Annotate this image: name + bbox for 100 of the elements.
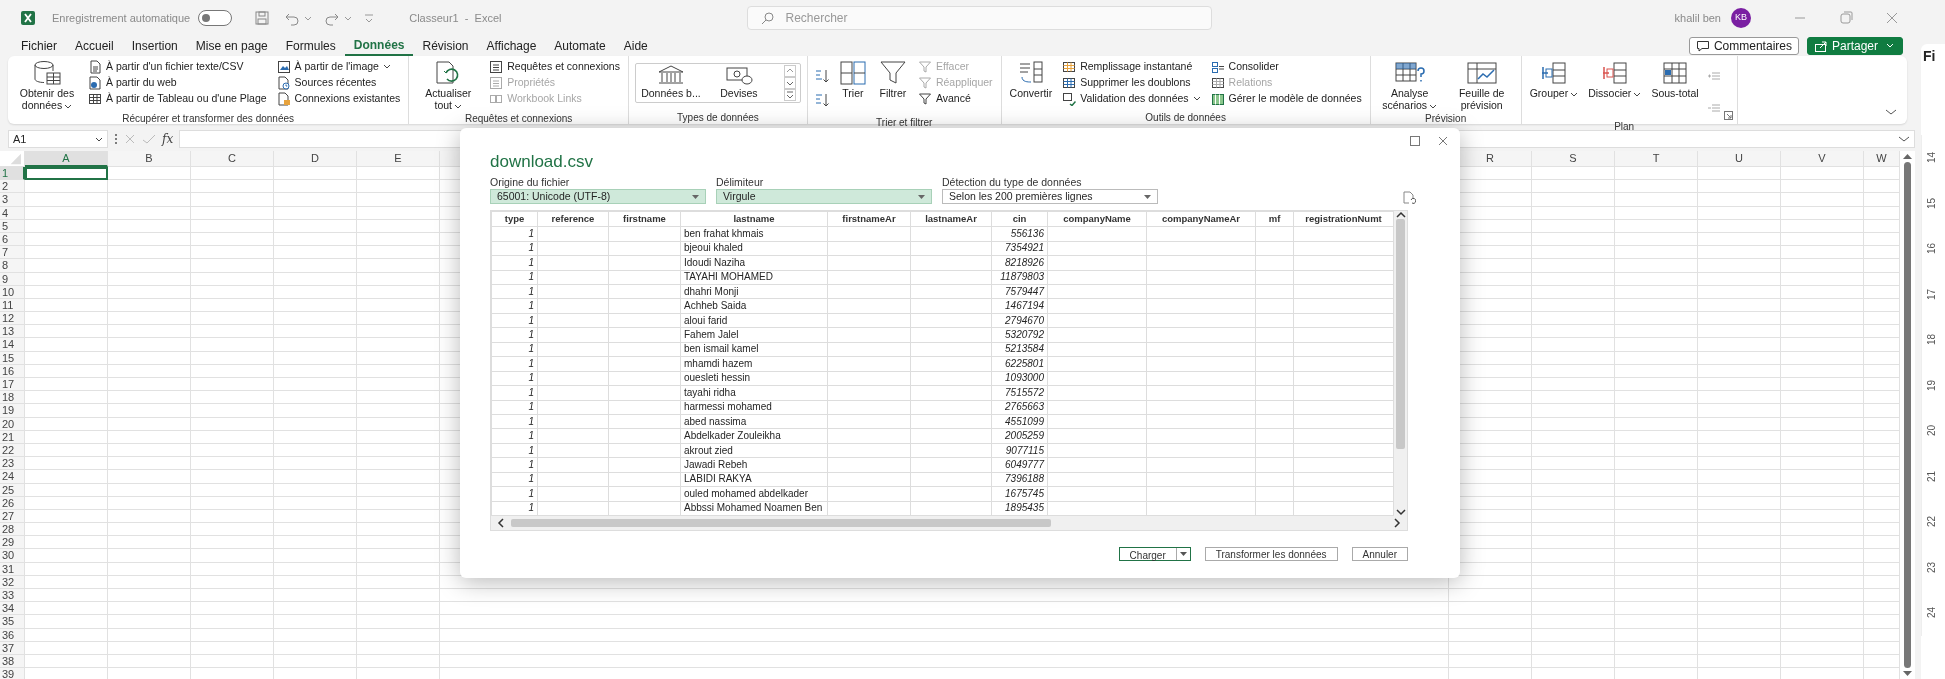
table-cell: dhahri Monji: [680, 284, 828, 299]
autosave-toggle[interactable]: [198, 10, 233, 26]
row-header[interactable]: 24: [0, 470, 25, 484]
row-header[interactable]: 19: [0, 404, 25, 418]
ribbon-button[interactable]: Convertir: [1007, 59, 1055, 110]
web-page-icon: [88, 75, 102, 90]
column-header[interactable]: S: [1532, 151, 1615, 167]
table-cell: Achheb Saida: [680, 298, 828, 314]
row-header[interactable]: 7: [0, 246, 25, 260]
menu-tab[interactable]: Accueil: [66, 36, 123, 56]
row-header[interactable]: 28: [0, 523, 25, 537]
column-header[interactable]: E: [357, 151, 440, 167]
ribbon-button[interactable]: Actualiser tout: [415, 59, 482, 112]
selected-cell[interactable]: [25, 167, 108, 181]
ribbon-button[interactable]: À partir de Tableau ou d'une Plage: [86, 91, 269, 106]
row-header[interactable]: 29: [0, 536, 25, 550]
column-header: lastnameAr: [910, 211, 992, 227]
table-cell: 1: [491, 313, 538, 328]
share-button[interactable]: Partager: [1806, 37, 1903, 55]
column-header[interactable]: B: [108, 151, 191, 167]
search-field[interactable]: Rechercher: [746, 6, 1212, 30]
user-avatar[interactable]: KB: [1731, 8, 1751, 28]
ribbon-button[interactable]: Avancé: [915, 91, 995, 106]
column-header[interactable]: V: [1781, 151, 1864, 167]
gallery-item[interactable]: Données b...: [639, 63, 702, 103]
ribbon-button[interactable]: Filtrer: [875, 59, 910, 115]
row-header[interactable]: 35: [0, 615, 25, 629]
table-cell: 9077115: [991, 443, 1048, 458]
insert-function-button[interactable]: fx: [162, 130, 174, 148]
ribbon-button[interactable]: Analyse scénarios: [1376, 59, 1443, 112]
ribbon-button[interactable]: Requêtes et connexions: [487, 59, 622, 74]
customize-icon: [364, 12, 375, 24]
list-icon: [489, 59, 504, 74]
dropdown-field[interactable]: Virgule: [716, 189, 932, 204]
menu-tab[interactable]: Mise en page: [186, 36, 277, 56]
ribbon-button[interactable]: Supprimer les doublons: [1060, 75, 1203, 90]
row-header[interactable]: 2: [0, 180, 25, 194]
menu-tab[interactable]: Automate: [545, 36, 615, 56]
dropdown-field[interactable]: 65001: Unicode (UTF-8): [490, 189, 706, 204]
scrollbar-thumb[interactable]: [1904, 162, 1911, 668]
menu-tab[interactable]: Insertion: [122, 36, 187, 56]
table-cell: 1: [491, 342, 538, 357]
table-cell: 1: [491, 327, 538, 343]
ribbon-button[interactable]: Obtenir des données: [14, 59, 80, 112]
menu-tab[interactable]: Affichage: [477, 36, 546, 56]
table-cell: 556136: [991, 226, 1048, 242]
row-header[interactable]: 12: [0, 312, 25, 326]
ribbon-button[interactable]: À partir d'un fichier texte/CSV: [86, 59, 269, 74]
row-header[interactable]: 18: [0, 391, 25, 405]
ribbon-button[interactable]: Dissocier: [1586, 59, 1644, 119]
horizontal-scrollbar[interactable]: [491, 516, 1407, 530]
ribbon-button[interactable]: À partir du web: [86, 75, 269, 90]
row-header[interactable]: 34: [0, 602, 25, 616]
menu-tab[interactable]: Aide: [614, 36, 657, 56]
vertical-scrollbar[interactable]: [1394, 211, 1407, 516]
column-header: companyNameAr: [1146, 211, 1256, 227]
row-header[interactable]: 23: [0, 457, 25, 471]
column-header[interactable]: W: [1864, 151, 1900, 167]
row-header[interactable]: 1: [0, 167, 25, 181]
column-header[interactable]: T: [1615, 151, 1698, 167]
dialog-button[interactable]: Transformer les données: [1204, 547, 1338, 561]
menu-tab[interactable]: Fichier: [12, 36, 66, 56]
row-header[interactable]: 30: [0, 549, 25, 563]
scrollbar-thumb[interactable]: [1396, 219, 1405, 449]
ribbon-button[interactable]: Grouper: [1527, 59, 1581, 119]
row-header[interactable]: 3: [0, 193, 25, 207]
column-header: reference: [537, 211, 609, 227]
ribbon-button[interactable]: Validation des données: [1060, 91, 1203, 106]
menu-tab[interactable]: Révision: [413, 36, 478, 56]
table-cell: 1: [491, 385, 538, 400]
row-header[interactable]: 39: [0, 668, 25, 679]
row-header[interactable]: 17: [0, 378, 25, 392]
column-header[interactable]: D: [274, 151, 357, 167]
comments-button[interactable]: Commentaires: [1688, 37, 1799, 55]
name-box[interactable]: A1: [8, 130, 108, 148]
column-header[interactable]: U: [1698, 151, 1781, 167]
ribbon-button[interactable]: Feuille de prévision: [1448, 59, 1515, 112]
row-header[interactable]: 13: [0, 325, 25, 339]
ribbon-button[interactable]: Connexions existantes: [274, 91, 403, 106]
gallery-item[interactable]: Devises: [707, 63, 770, 103]
row-header[interactable]: 33: [0, 589, 25, 603]
dialog-button[interactable]: Annuler: [1351, 547, 1408, 561]
column-header[interactable]: A: [25, 151, 108, 167]
row-header[interactable]: 14: [0, 338, 25, 352]
table-cell: 1: [491, 400, 538, 415]
row-header[interactable]: 8: [0, 259, 25, 273]
column-header[interactable]: C: [191, 151, 274, 167]
menu-tab[interactable]: Formules: [276, 36, 345, 56]
ribbon-button[interactable]: Sources récentes: [274, 75, 403, 90]
ribbon-button[interactable]: Gérer le modèle de données: [1208, 91, 1364, 106]
dialog-title: download.csv: [490, 152, 594, 172]
ribbon-button[interactable]: Consolider: [1208, 59, 1364, 74]
ribbon-button[interactable]: Trier: [835, 59, 870, 115]
ribbon-button[interactable]: Sous-total: [1649, 59, 1701, 119]
dropdown-field[interactable]: Selon les 200 premières lignes: [942, 189, 1158, 204]
scrollbar-thumb[interactable]: [511, 519, 1051, 527]
ribbon-button[interactable]: Remplissage instantané: [1060, 59, 1203, 74]
column-header: cin: [991, 211, 1048, 227]
ribbon-button[interactable]: À partir de l'image: [274, 59, 403, 74]
vertical-scrollbar[interactable]: [1900, 151, 1915, 679]
